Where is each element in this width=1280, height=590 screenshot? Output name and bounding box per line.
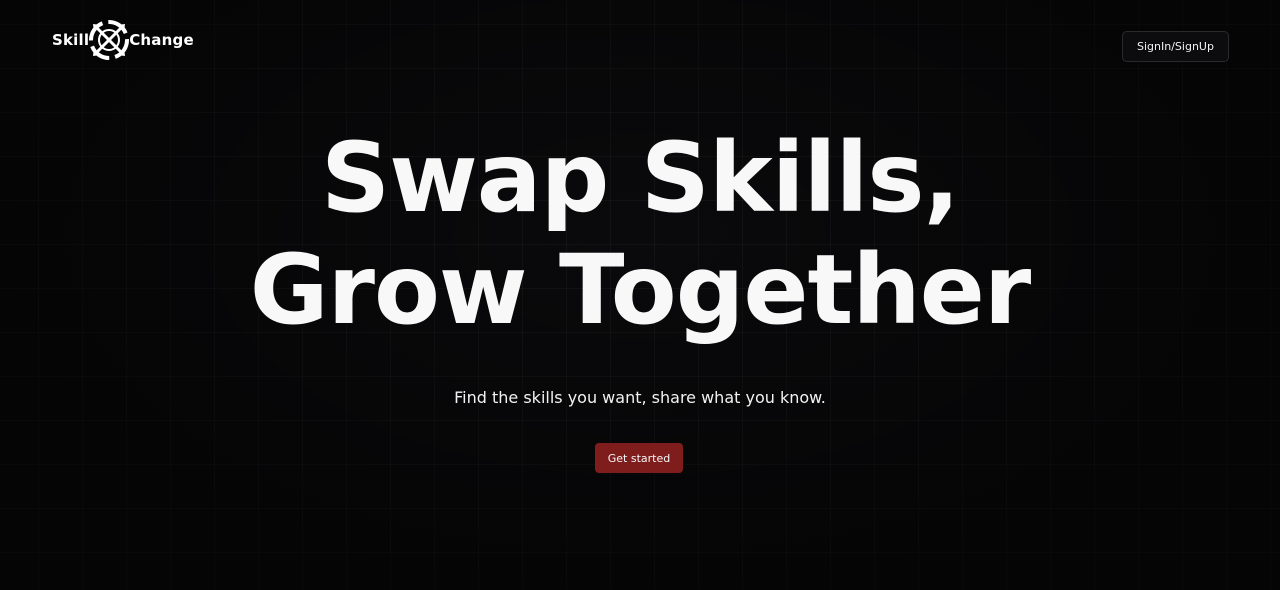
crossed-arrows-gear-icon bbox=[89, 20, 130, 60]
signin-signup-button[interactable]: SignIn/SignUp bbox=[1122, 31, 1229, 62]
hero-subtitle: Find the skills you want, share what you… bbox=[454, 388, 826, 407]
hero-title: Swap Skills, Grow Together bbox=[0, 122, 1280, 346]
logo-text-skill: Skill bbox=[52, 31, 90, 49]
get-started-button[interactable]: Get started bbox=[595, 443, 683, 473]
logo[interactable]: Skill Change bbox=[52, 17, 194, 63]
logo-text-change: Change bbox=[129, 31, 194, 49]
hero-title-line-2: Grow Together bbox=[249, 234, 1031, 346]
landing-page: Skill Change SignIn/SignUp Swap Skills, … bbox=[0, 0, 1280, 590]
hero-title-line-1: Swap Skills, bbox=[320, 122, 960, 234]
